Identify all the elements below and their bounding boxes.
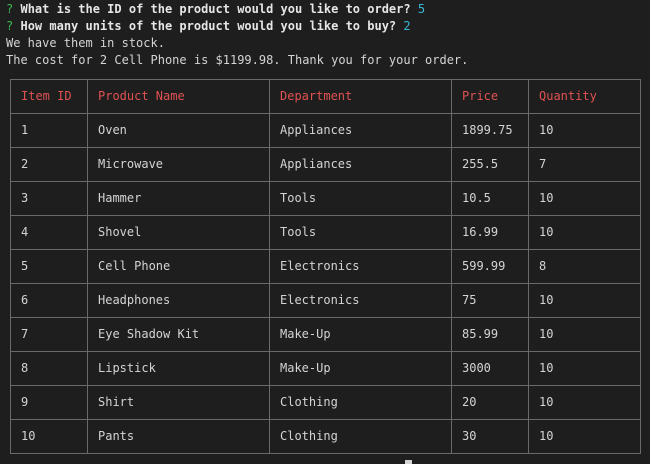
prompt-question-mark: ? [6, 2, 14, 16]
header-product-name: Product Name [87, 79, 270, 114]
cell-item-id: 8 [10, 351, 88, 386]
cell-department: Clothing [269, 419, 452, 454]
cell-department: Appliances [269, 113, 452, 148]
cell-price: 10.5 [451, 181, 529, 216]
table-row: 8 Lipstick Make-Up 3000 10 [10, 351, 641, 386]
cell-quantity: 10 [528, 283, 641, 318]
cell-product-name: Oven [87, 113, 270, 148]
inventory-table: Item ID Product Name Department Price Qu… [10, 79, 641, 454]
cell-product-name: Lipstick [87, 351, 270, 386]
cell-quantity: 10 [528, 317, 641, 352]
header-item-id: Item ID [10, 79, 88, 114]
table-row: 9 Shirt Clothing 20 10 [10, 385, 641, 420]
terminal-cursor [405, 460, 412, 464]
cell-price: 85.99 [451, 317, 529, 352]
quantity-question: How many units of the product would you … [20, 19, 397, 33]
cell-price: 20 [451, 385, 529, 420]
cell-price: 30 [451, 419, 529, 454]
terminal-window[interactable]: ? What is the ID of the product would yo… [0, 0, 650, 464]
table-row: 4 Shovel Tools 16.99 10 [10, 215, 641, 250]
cell-price: 16.99 [451, 215, 529, 250]
cell-product-name: Shirt [87, 385, 270, 420]
header-quantity: Quantity [528, 79, 641, 114]
cell-item-id: 5 [10, 249, 88, 284]
cell-price: 599.99 [451, 249, 529, 284]
cell-department: Appliances [269, 147, 452, 182]
quantity-answer: 2 [403, 19, 411, 33]
cell-quantity: 10 [528, 113, 641, 148]
table-row: 1 Oven Appliances 1899.75 10 [10, 113, 641, 148]
cell-product-name: Hammer [87, 181, 270, 216]
cell-item-id: 6 [10, 283, 88, 318]
cell-quantity: 8 [528, 249, 641, 284]
cell-item-id: 4 [10, 215, 88, 250]
cell-product-name: Microwave [87, 147, 270, 182]
cell-quantity: 10 [528, 351, 641, 386]
cell-department: Electronics [269, 249, 452, 284]
cell-item-id: 3 [10, 181, 88, 216]
cell-quantity: 7 [528, 147, 641, 182]
table-header-row: Item ID Product Name Department Price Qu… [10, 79, 641, 114]
cell-quantity: 10 [528, 419, 641, 454]
cell-department: Make-Up [269, 351, 452, 386]
cost-message: The cost for 2 Cell Phone is $1199.98. T… [6, 53, 469, 67]
prompt-question-mark: ? [6, 19, 14, 33]
table-row: 10 Pants Clothing 30 10 [10, 419, 641, 454]
cell-price: 1899.75 [451, 113, 529, 148]
cell-product-name: Shovel [87, 215, 270, 250]
cell-product-name: Cell Phone [87, 249, 270, 284]
cell-product-name: Headphones [87, 283, 270, 318]
table-row: 5 Cell Phone Electronics 599.99 8 [10, 249, 641, 284]
table-row: 2 Microwave Appliances 255.5 7 [10, 147, 641, 182]
table-row: 6 Headphones Electronics 75 10 [10, 283, 641, 318]
cell-department: Electronics [269, 283, 452, 318]
header-department: Department [269, 79, 452, 114]
cell-price: 75 [451, 283, 529, 318]
cell-price: 255.5 [451, 147, 529, 182]
table-row: 7 Eye Shadow Kit Make-Up 85.99 10 [10, 317, 641, 352]
cell-product-name: Pants [87, 419, 270, 454]
cell-department: Tools [269, 181, 452, 216]
quantity-prompt: ? How many units of the product would yo… [6, 18, 650, 35]
cell-quantity: 10 [528, 215, 641, 250]
cell-quantity: 10 [528, 385, 641, 420]
order-id-prompt: ? What is the ID of the product would yo… [6, 1, 650, 18]
cell-item-id: 2 [10, 147, 88, 182]
cell-department: Make-Up [269, 317, 452, 352]
cell-price: 3000 [451, 351, 529, 386]
cell-product-name: Eye Shadow Kit [87, 317, 270, 352]
cell-quantity: 10 [528, 181, 641, 216]
stock-message: We have them in stock. [6, 36, 165, 50]
cell-item-id: 9 [10, 385, 88, 420]
cell-item-id: 7 [10, 317, 88, 352]
header-price: Price [451, 79, 529, 114]
table-row: 3 Hammer Tools 10.5 10 [10, 181, 641, 216]
cell-item-id: 10 [10, 419, 88, 454]
order-id-question: What is the ID of the product would you … [20, 2, 411, 16]
cell-department: Tools [269, 215, 452, 250]
cell-item-id: 1 [10, 113, 88, 148]
order-id-answer: 5 [417, 2, 426, 16]
cell-department: Clothing [269, 385, 452, 420]
